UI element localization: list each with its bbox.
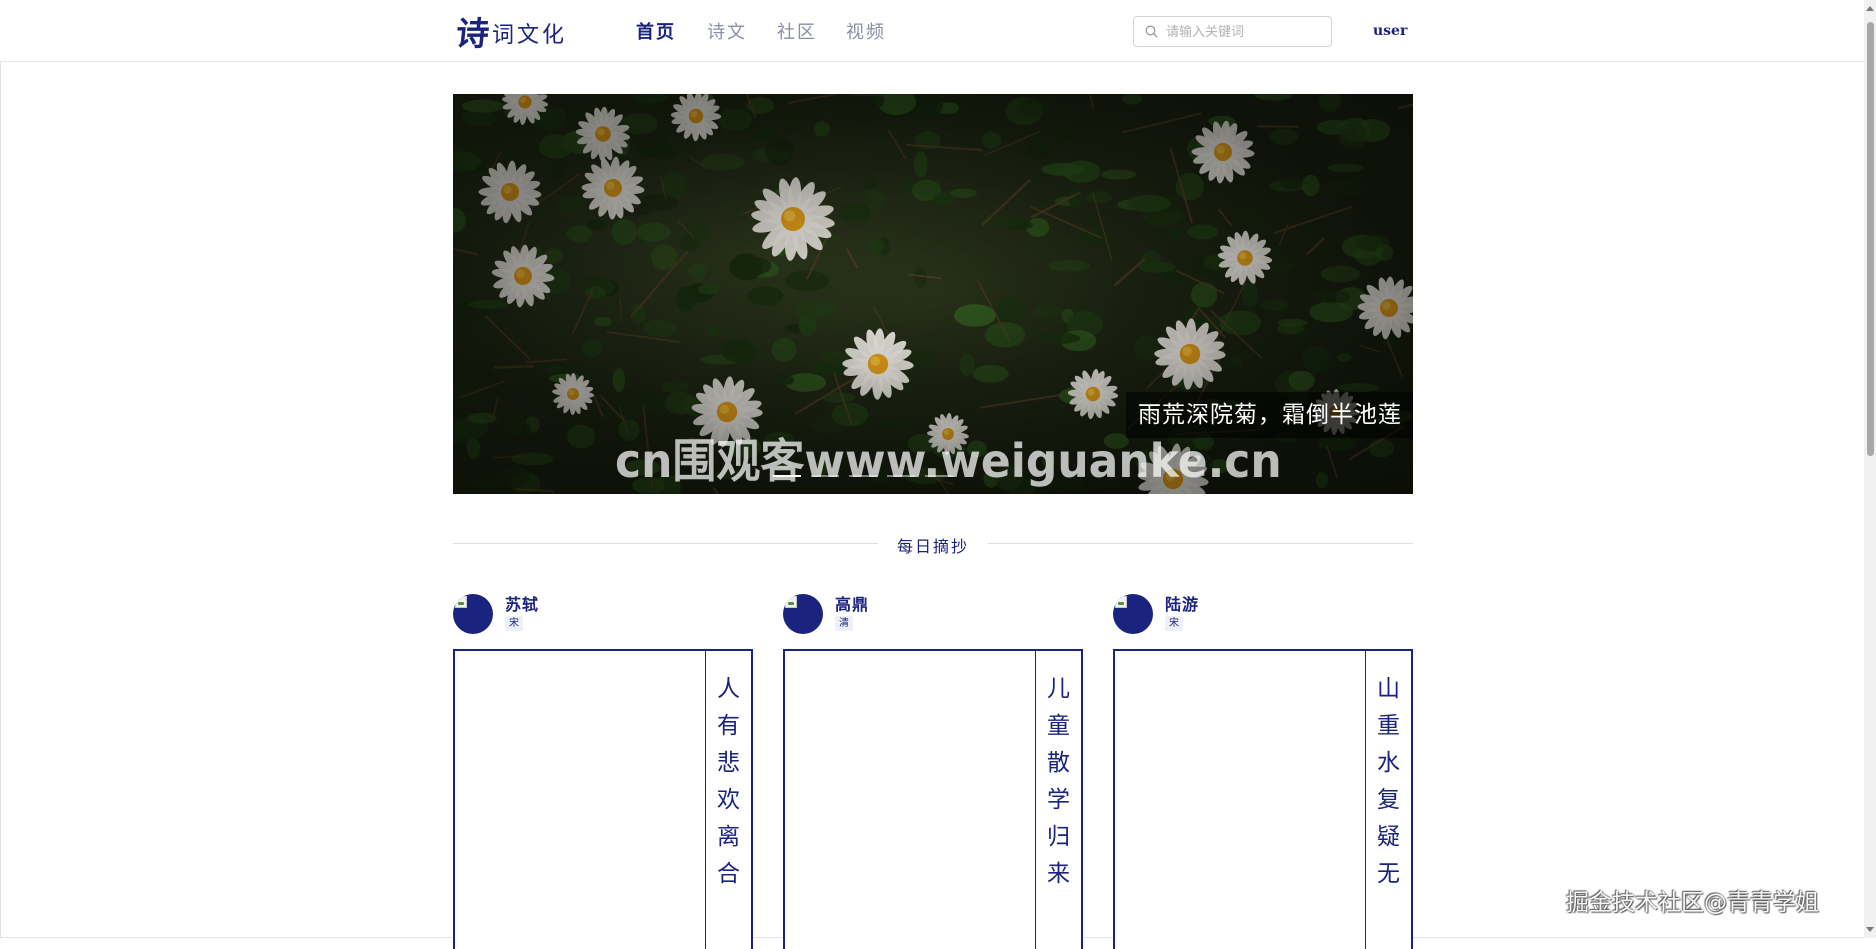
author-name[interactable]: 苏轼 bbox=[505, 591, 539, 615]
logo-mark: 诗 bbox=[454, 14, 491, 54]
search-input[interactable] bbox=[1164, 20, 1328, 45]
author-name[interactable]: 陆游 bbox=[1165, 591, 1199, 615]
poem-divider bbox=[1035, 651, 1036, 949]
scroll-up-arrow-icon[interactable] bbox=[1866, 6, 1874, 11]
dynasty-badge: 清 bbox=[835, 616, 853, 631]
poem-box: 儿童散学归来 bbox=[783, 649, 1083, 949]
search-box bbox=[1133, 16, 1332, 47]
author-avatar bbox=[783, 594, 823, 634]
dynasty-badge: 宋 bbox=[505, 616, 523, 631]
poem-divider bbox=[1365, 651, 1366, 949]
poem-line: 山重水复疑无 bbox=[1377, 671, 1399, 893]
section-divider-right bbox=[988, 543, 1413, 544]
site-logo[interactable]: 诗 词文化 bbox=[456, 10, 567, 54]
page-scrollbar[interactable] bbox=[1864, 0, 1876, 938]
logo-text: 词文化 bbox=[492, 18, 567, 54]
poem-line: 人有悲欢离合 bbox=[717, 671, 739, 893]
author-avatar bbox=[453, 594, 493, 634]
author-name[interactable]: 高鼎 bbox=[835, 591, 869, 615]
nav-poems[interactable]: 诗文 bbox=[707, 18, 747, 44]
scroll-down-arrow-icon[interactable] bbox=[1866, 927, 1874, 932]
nav-home[interactable]: 首页 bbox=[636, 18, 676, 44]
poem-box: 山重水复疑无 bbox=[1113, 649, 1413, 949]
section-divider-left bbox=[453, 543, 878, 544]
section-title: 每日摘抄 bbox=[893, 533, 973, 557]
broken-image-icon bbox=[785, 596, 797, 608]
author-avatar bbox=[1113, 594, 1153, 634]
poem-divider bbox=[705, 651, 706, 949]
nav-community[interactable]: 社区 bbox=[777, 18, 817, 44]
site-watermark: cn围观客www.weiguanke.cn bbox=[615, 423, 1282, 490]
platform-watermark: 掘金技术社区@青青学姐 bbox=[1566, 883, 1819, 917]
poem-box: 人有悲欢离合 bbox=[453, 649, 753, 949]
broken-image-icon bbox=[455, 596, 467, 608]
nav-video[interactable]: 视频 bbox=[846, 18, 886, 44]
user-menu[interactable]: user bbox=[1373, 23, 1407, 39]
scrollbar-thumb[interactable] bbox=[1867, 22, 1874, 456]
broken-image-icon bbox=[1115, 596, 1127, 608]
poem-line: 儿童散学归来 bbox=[1047, 671, 1069, 893]
search-icon bbox=[1145, 25, 1158, 38]
top-header: 诗 词文化 首页 诗文 社区 视频 user bbox=[0, 0, 1876, 62]
dynasty-badge: 宋 bbox=[1165, 616, 1183, 631]
